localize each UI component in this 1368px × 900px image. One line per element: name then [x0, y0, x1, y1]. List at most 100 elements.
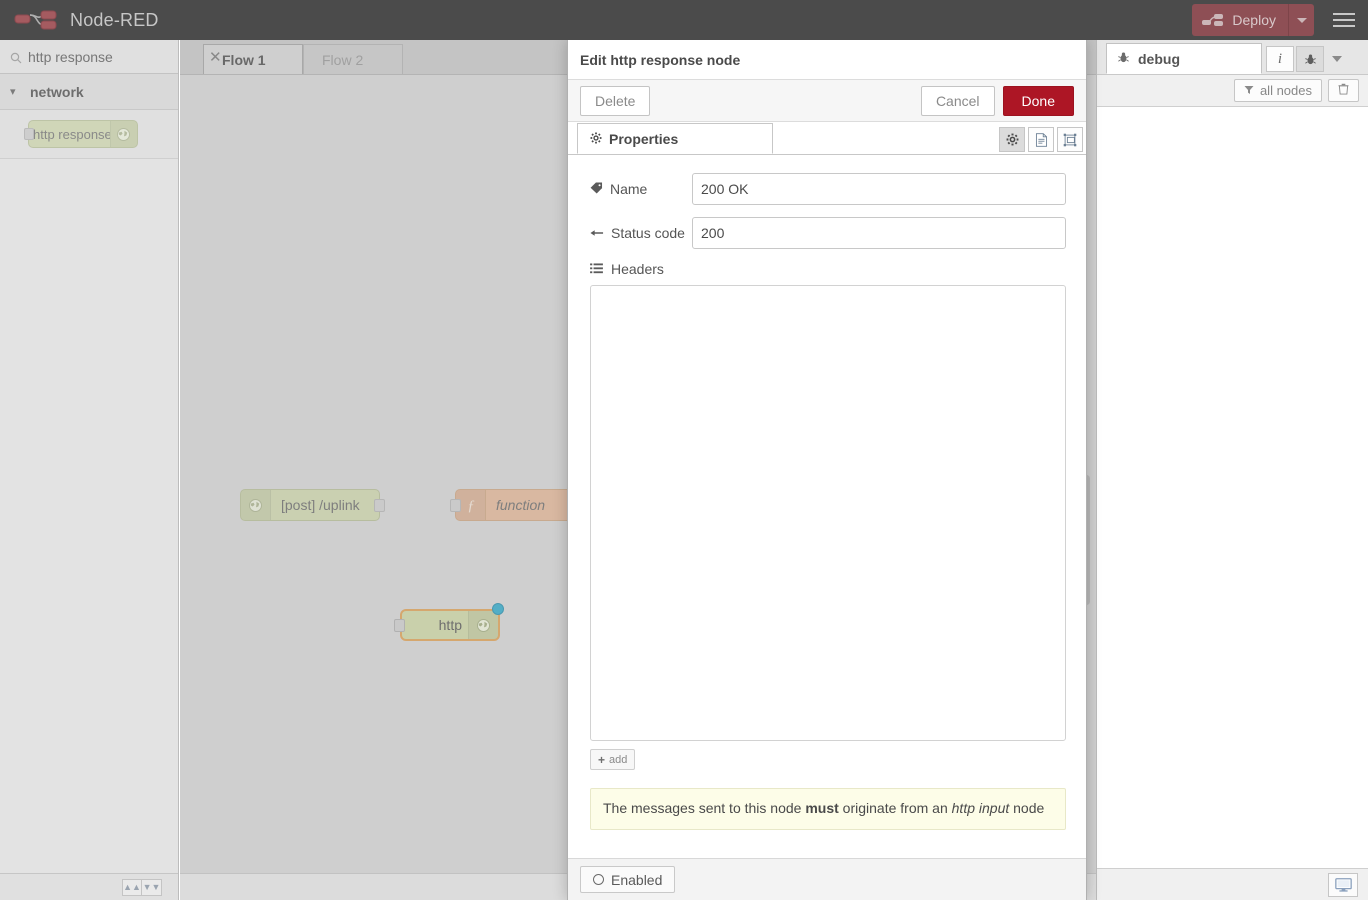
note-bold: must: [805, 800, 838, 816]
headers-list[interactable]: [590, 285, 1066, 741]
node-red-logo-icon: [14, 8, 60, 32]
deploy-group: Deploy: [1192, 4, 1314, 36]
flow-node-http-in[interactable]: [post] /uplink: [240, 489, 380, 521]
tab-flow-2[interactable]: Flow 2: [303, 44, 403, 74]
node-input-port[interactable]: [450, 499, 461, 512]
tab-flow-1-label: Flow 1: [222, 52, 266, 68]
name-label-text: Name: [610, 181, 647, 197]
flow-node-label: http: [402, 617, 468, 633]
note-middle: originate from an: [839, 800, 952, 816]
circle-o-icon: [593, 874, 604, 885]
list-icon: [590, 261, 603, 277]
node-input-port: [24, 128, 34, 140]
bug-icon: [1117, 51, 1130, 67]
arrow-left-icon: [590, 225, 604, 241]
dialog-body: Name Status code: [568, 155, 1086, 858]
node-input-port[interactable]: [394, 619, 405, 632]
edit-node-dialog: Edit http response node Delete Cancel Do…: [567, 40, 1087, 900]
deploy-icon: [1202, 13, 1224, 27]
delete-button[interactable]: Delete: [580, 86, 650, 116]
chevron-down-icon: [1297, 18, 1307, 23]
debug-clear-button[interactable]: [1328, 79, 1359, 102]
form-row-status-code: Status code: [590, 217, 1066, 249]
menu-bar-3: [1333, 25, 1355, 27]
deploy-label: Deploy: [1232, 12, 1276, 28]
svg-text:ƒ: ƒ: [467, 498, 475, 513]
hamburger-menu-icon[interactable]: [1320, 0, 1368, 40]
node-palette: ✕ ▾ network http response ▲▲ ▼▼: [0, 40, 179, 900]
note-suffix: node: [1009, 800, 1044, 816]
trash-icon: [1338, 83, 1349, 98]
flow-node-http-response[interactable]: http: [400, 609, 500, 641]
dialog-title: Edit http response node: [568, 40, 1086, 80]
clear-search-icon[interactable]: ✕: [209, 48, 222, 66]
appearance-icon[interactable]: [1057, 127, 1083, 152]
palette-node-label: http response: [29, 127, 110, 142]
chevrons-down-icon[interactable]: ▼▼: [142, 879, 162, 896]
palette-footer: ▲▲ ▼▼: [0, 873, 178, 900]
sidebar-tab-debug[interactable]: debug: [1106, 43, 1262, 74]
deploy-dropdown-button[interactable]: [1288, 4, 1314, 36]
filter-icon: [1244, 83, 1254, 98]
enabled-toggle-button[interactable]: Enabled: [580, 866, 675, 893]
chevron-down-icon: ▾: [10, 85, 24, 98]
status-code-label-text: Status code: [611, 225, 685, 241]
monitor-icon[interactable]: [1328, 873, 1358, 897]
dialog-tab-tools: [773, 127, 1086, 154]
gear-icon[interactable]: [999, 127, 1025, 152]
debug-filter-label: all nodes: [1260, 83, 1312, 98]
palette-category-network[interactable]: ▾ network: [0, 74, 178, 110]
name-input[interactable]: [692, 173, 1066, 205]
bug-icon[interactable]: [1296, 46, 1324, 72]
form-row-name: Name: [590, 173, 1066, 205]
search-icon: [10, 51, 22, 63]
add-header-button[interactable]: + add: [590, 749, 635, 770]
dialog-footer: Enabled: [568, 858, 1086, 900]
status-code-label: Status code: [590, 225, 692, 241]
dialog-info-note: The messages sent to this node must orig…: [590, 788, 1066, 830]
enabled-label: Enabled: [611, 872, 662, 888]
globe-icon: [110, 121, 137, 147]
plus-icon: +: [598, 753, 605, 767]
palette-category-label: network: [30, 84, 84, 100]
done-button[interactable]: Done: [1003, 86, 1074, 116]
palette-search: ✕: [0, 40, 178, 74]
info-icon[interactable]: i: [1266, 46, 1294, 72]
add-header-label: add: [609, 754, 627, 766]
cancel-button[interactable]: Cancel: [921, 86, 995, 116]
right-sidebar: debug i: [1096, 40, 1368, 900]
palette-node-http-response[interactable]: http response: [28, 120, 138, 148]
sidebar-tabs: debug i: [1097, 40, 1368, 75]
dialog-tab-properties[interactable]: Properties: [577, 123, 773, 154]
deploy-button[interactable]: Deploy: [1192, 4, 1288, 36]
globe-icon: [241, 490, 271, 520]
menu-bar-2: [1333, 19, 1355, 21]
node-changed-badge: [492, 603, 504, 615]
globe-icon: [468, 611, 498, 639]
tag-icon: [590, 181, 603, 197]
app-header: Node-RED Deploy: [0, 0, 1368, 40]
name-label: Name: [590, 181, 692, 197]
node-output-port[interactable]: [374, 499, 385, 512]
dialog-tab-label: Properties: [609, 131, 678, 147]
palette-search-input[interactable]: [28, 49, 209, 65]
debug-message-list[interactable]: [1097, 107, 1368, 868]
status-code-input[interactable]: [692, 217, 1066, 249]
node-red-app: Node-RED Deploy: [0, 0, 1368, 900]
document-icon[interactable]: [1028, 127, 1054, 152]
sidebar-tab-debug-label: debug: [1138, 51, 1180, 67]
dialog-tab-row: Properties: [568, 122, 1086, 155]
dialog-action-bar: Delete Cancel Done: [568, 80, 1086, 122]
menu-bar-1: [1333, 13, 1355, 15]
note-prefix: The messages sent to this node: [603, 800, 805, 816]
debug-filter-button[interactable]: all nodes: [1234, 79, 1322, 102]
sidebar-menu-button[interactable]: [1324, 46, 1350, 72]
chevron-down-icon: [1332, 56, 1342, 62]
note-italic: http input: [952, 800, 1010, 816]
chevrons-up-icon[interactable]: ▲▲: [122, 879, 142, 896]
headers-label: Headers: [590, 261, 1066, 277]
flow-node-label: [post] /uplink: [271, 497, 379, 513]
headers-label-text: Headers: [611, 261, 664, 277]
brand: Node-RED: [0, 8, 159, 32]
sidebar-footer: [1097, 868, 1368, 900]
